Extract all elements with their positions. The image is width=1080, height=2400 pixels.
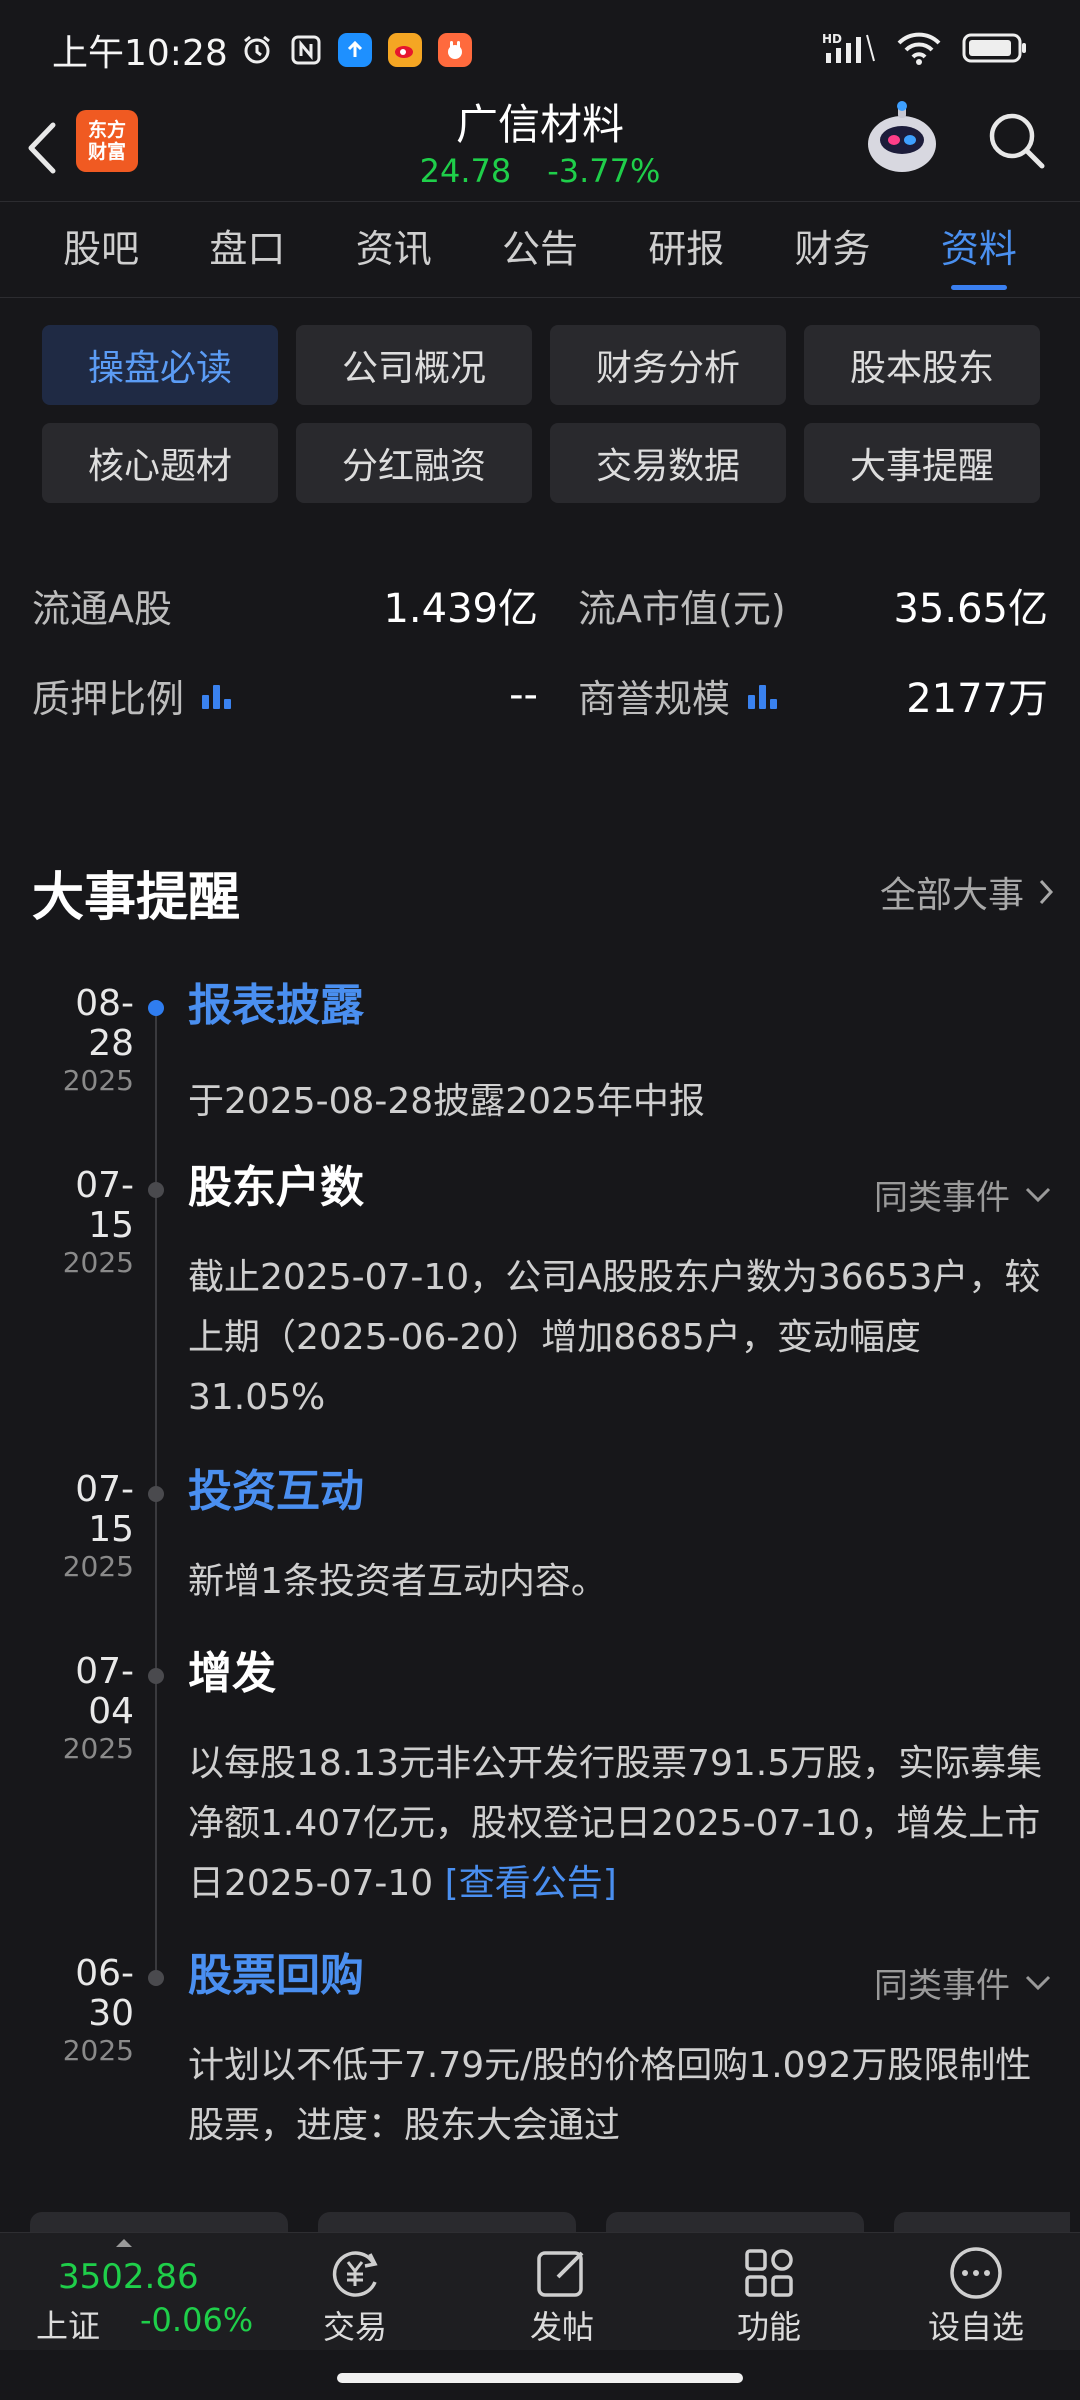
timeline-dot [148,1486,164,1502]
robot-assistant-icon[interactable] [862,100,942,180]
sub-trading-data[interactable]: 交易数据 [550,423,786,503]
sub-trading-must-read[interactable]: 操盘必读 [42,325,278,405]
tab-news[interactable]: 资讯 [321,202,467,296]
index-value: 3502.86 [58,2257,199,2297]
event-title[interactable]: 报表披露 [188,980,364,1032]
metric-goodwill[interactable]: 商誉规模 2177万 [540,666,1048,724]
signal-icon: HD [822,31,876,69]
sub-dividends-financing[interactable]: 分红融资 [296,423,532,503]
partial-card [30,2212,288,2232]
status-time: 上午10:28 [52,33,228,74]
event-date: 08-28 [75,983,134,1064]
partial-card [894,2212,1070,2232]
svg-text:HD: HD [822,32,842,46]
partial-cards-row [30,2212,1070,2232]
event-title: 股东户数 [188,1162,364,1213]
metric-float-market-value: 流A市值(元) 35.65亿 [578,586,1048,632]
event-year: 2025 [62,1064,134,1097]
event-date: 07-15 [75,1165,134,1246]
timeline-dot [148,1970,164,1986]
similar-events-toggle[interactable]: 同类事件 [874,1958,1052,2007]
sub-core-themes[interactable]: 核心题材 [42,423,278,503]
caret-up-icon [116,2239,132,2247]
rabbit-app-icon [437,33,472,67]
tab-guba[interactable]: 股吧 [28,202,174,296]
upload-app-icon [337,33,372,67]
sub-shareholders[interactable]: 股本股东 [804,325,1040,405]
trade-icon [332,2251,378,2297]
edit-icon [537,2251,584,2297]
index-change: -0.06% [140,2301,254,2339]
nfc-icon [290,34,322,66]
nav-add-watchlist[interactable]: 设自选 [911,2243,1041,2347]
main-tabs: 股吧 盘口 资讯 公告 研报 财务 资料 [0,202,1080,296]
metric-float-a-shares: 流通A股 1.439亿 [32,586,538,632]
tab-research[interactable]: 研报 [613,202,759,296]
view-announcement-link[interactable]: [查看公告] [445,1863,617,1904]
tab-announcements[interactable]: 公告 [467,202,613,296]
bottom-nav: 3502.86 上证 -0.06% 交易 发帖 功能 设自选 [0,2232,1080,2350]
battery-icon [962,32,1028,68]
event-title[interactable]: 投资互动 [188,1466,364,1518]
event-title: 增发 [188,1648,276,1699]
timeline-dot [148,1668,164,1684]
event-year: 2025 [62,2034,134,2067]
tab-pankou[interactable]: 盘口 [174,202,320,296]
home-indicator[interactable] [337,2373,743,2383]
weibo-app-icon [387,33,422,67]
nav-functions[interactable]: 功能 [704,2243,834,2347]
event-year: 2025 [62,1550,134,1583]
profile-sub-menu: 操盘必读 公司概况 财务分析 股本股东 核心题材 分红融资 交易数据 大事提醒 [42,325,1040,503]
timeline-dot [148,1182,164,1198]
search-icon [989,113,1045,169]
key-metrics: 流通A股 1.439亿 流A市值(元) 35.65亿 质押比例 -- 商誉规模 … [32,560,1048,740]
chevron-right-icon [1039,879,1054,905]
tabs-divider [0,297,1080,298]
bar-chart-icon[interactable] [748,681,778,709]
all-events-link[interactable]: 全部大事 [880,866,1054,918]
search-button[interactable] [984,108,1048,172]
nav-post[interactable]: 发帖 [497,2243,627,2347]
event-date: 06-30 [75,1953,134,2034]
event-title[interactable]: 股票回购 [188,1950,364,2002]
event-description: 以每股18.13元非公开发行股票791.5万股，实际募集净额1.407亿元，股权… [188,1743,1043,1904]
timeline-dot [148,1000,164,1016]
partial-card [318,2212,576,2232]
event-description: 新增1条投资者互动内容。 [188,1561,607,1602]
event-year: 2025 [62,1246,134,1279]
event-date: 07-04 [75,1651,134,1732]
index-name: 上证 [36,2307,101,2345]
alarm-icon [240,33,274,67]
stock-change-pct: -3.77% [547,152,661,190]
grid-icon [745,2249,793,2297]
chevron-down-icon [1025,1187,1051,1202]
sub-major-events[interactable]: 大事提醒 [804,423,1040,503]
tab-finance[interactable]: 财务 [759,202,905,296]
event-description: 计划以不低于7.79元/股的价格回购1.092万股限制性股票，进度：股东大会通过 [188,2045,1032,2146]
stock-price: 24.78 [419,152,512,190]
status-bar: 上午10:28 HD [0,0,1080,100]
section-title-major-events: 大事提醒 [32,868,241,928]
metric-pledge-ratio[interactable]: 质押比例 -- [32,668,540,723]
sub-financial-analysis[interactable]: 财务分析 [550,325,786,405]
bar-chart-icon[interactable] [202,681,232,709]
sub-company-overview[interactable]: 公司概况 [296,325,532,405]
event-year: 2025 [62,1732,134,1765]
partial-card [606,2212,864,2232]
stock-header: 东方 财富 广信材料 24.78 -3.77% [0,100,1080,200]
chevron-down-icon [1025,1975,1051,1990]
wifi-icon [896,31,942,69]
event-description: 截止2025-07-10，公司A股股东户数为36653户，较上期（2025-06… [188,1257,1041,1418]
similar-events-toggle[interactable]: 同类事件 [874,1170,1052,1219]
event-date: 07-15 [75,1469,134,1550]
nav-trade[interactable]: 交易 [290,2243,420,2347]
tab-profile[interactable]: 资料 [906,202,1052,296]
more-dots-icon [950,2247,1002,2299]
event-description: 于2025-08-28披露2025年中报 [188,1081,705,1122]
